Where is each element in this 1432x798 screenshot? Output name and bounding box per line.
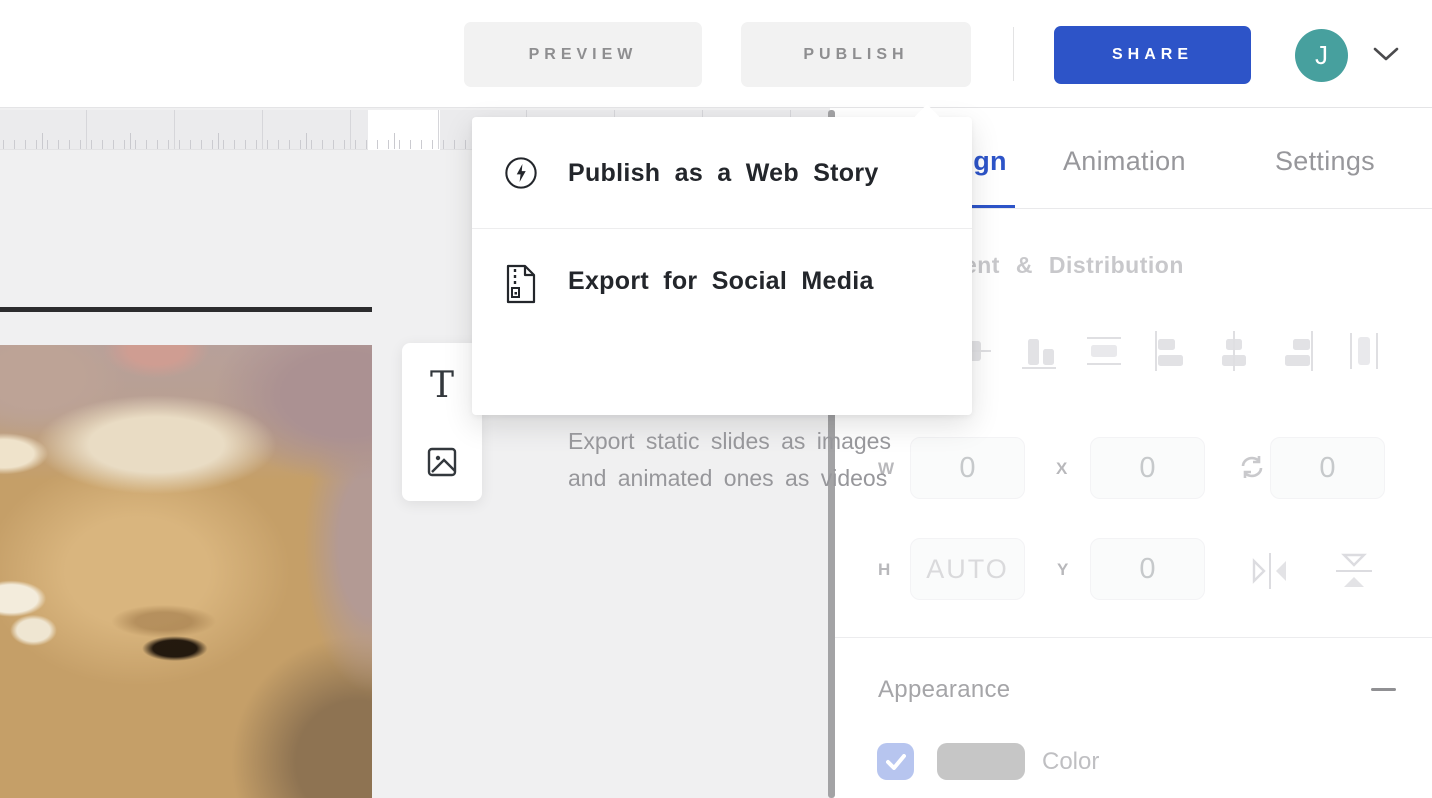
width-input[interactable]	[910, 437, 1025, 499]
description-line: and animated ones as videos	[568, 460, 891, 497]
menu-item-publish-web-story[interactable]: Publish as a Web Story	[472, 117, 972, 228]
tab-settings[interactable]: Settings	[1275, 146, 1375, 177]
rotation-input[interactable]	[1270, 437, 1385, 499]
menu-item-title: Export for Social Media	[568, 267, 874, 296]
tab-animation[interactable]: Animation	[1063, 146, 1186, 177]
rotation-icon	[1239, 454, 1265, 480]
color-swatch[interactable]	[937, 743, 1025, 780]
publish-button[interactable]: PUBLISH	[741, 22, 971, 87]
flip-vertical-icon[interactable]	[1331, 548, 1377, 594]
preview-button[interactable]: PREVIEW	[464, 22, 702, 87]
text-tool-button[interactable]: T	[402, 355, 482, 415]
flip-horizontal-icon[interactable]	[1247, 548, 1293, 594]
lightning-bolt-icon	[504, 153, 538, 193]
color-checkbox[interactable]	[877, 743, 914, 780]
height-label: H	[878, 560, 891, 580]
topbar-divider	[1013, 27, 1014, 81]
avatar[interactable]: J	[1295, 29, 1348, 82]
y-input[interactable]	[1090, 538, 1205, 600]
align-bottom-icon[interactable]	[1020, 325, 1058, 377]
description-line: Export static slides as images	[568, 423, 891, 460]
dog-photo-element[interactable]	[0, 345, 372, 798]
alignment-toolbar	[955, 325, 1383, 377]
section-divider	[835, 637, 1432, 638]
check-icon	[886, 754, 906, 770]
collapse-section-icon[interactable]	[1371, 688, 1396, 691]
x-input[interactable]	[1090, 437, 1205, 499]
image-tool-button[interactable]	[402, 435, 482, 489]
menu-item-title: Publish as a Web Story	[568, 159, 879, 188]
top-bar: PREVIEW PUBLISH SHARE J	[0, 0, 1432, 108]
x-label: X	[1056, 459, 1068, 479]
align-left-icon[interactable]	[1150, 325, 1188, 377]
distribute-horizontal-icon[interactable]	[1345, 325, 1383, 377]
height-input[interactable]	[910, 538, 1025, 600]
canvas-line-element[interactable]	[0, 307, 372, 312]
insert-toolbar: T	[402, 343, 482, 501]
share-button[interactable]: SHARE	[1054, 26, 1251, 84]
distribute-vertical-icon[interactable]	[1085, 325, 1123, 377]
ruler-highlight-segment	[368, 110, 440, 150]
chevron-down-icon[interactable]	[1372, 46, 1400, 62]
color-label: Color	[1042, 743, 1099, 780]
appearance-section-title: Appearance	[878, 676, 1010, 704]
y-label: Y	[1057, 560, 1069, 580]
menu-item-description: Export static slides as images and anima…	[568, 423, 891, 497]
zip-file-icon	[504, 261, 538, 307]
align-center-horizontal-icon[interactable]	[1215, 325, 1253, 377]
menu-item-export-social[interactable]: Export for Social Media Export static sl…	[472, 229, 972, 415]
align-right-icon[interactable]	[1280, 325, 1318, 377]
image-icon	[426, 446, 458, 478]
publish-dropdown-menu: Publish as a Web Story Export for Social…	[472, 117, 972, 415]
